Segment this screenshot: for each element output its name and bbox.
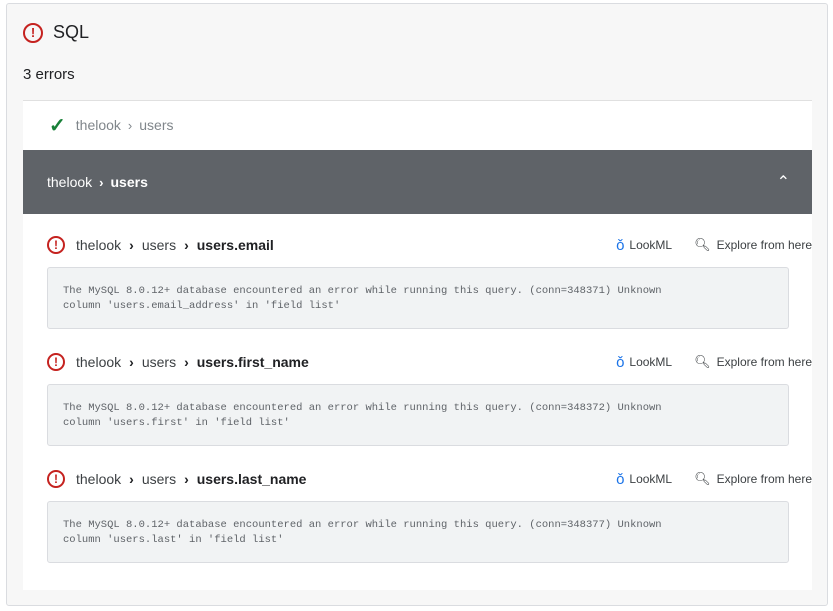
chevron-right-icon: › [129, 471, 134, 487]
chevron-up-icon[interactable]: ⌃ [777, 172, 790, 192]
error-model: thelook [76, 354, 122, 370]
error-circle-icon: ! [47, 470, 65, 488]
lookml-link[interactable]: ǒ LookML [616, 237, 672, 254]
error-path: thelook › users › users.email [76, 237, 594, 253]
error-path: thelook › users › users.first_name [76, 354, 594, 370]
panel-title: SQL [53, 22, 90, 42]
chevron-right-icon: › [184, 471, 189, 487]
group-explore: users [110, 174, 148, 190]
error-field: users.last_name [196, 471, 307, 487]
error-message: The MySQL 8.0.12+ database encountered a… [47, 384, 789, 446]
error-row: ! thelook › users › users.first_name ǒ L… [47, 347, 812, 377]
chevron-right-icon: › [99, 174, 104, 190]
search-icon: 🔍︎ [694, 237, 711, 252]
error-row: ! thelook › users › users.email ǒ LookML… [47, 230, 812, 260]
passed-model: thelook [75, 117, 121, 133]
lookml-link[interactable]: ǒ LookML [616, 354, 672, 371]
explore-from-here-link[interactable]: 🔍︎ Explore from here [694, 471, 812, 487]
lookml-label: LookML [629, 472, 673, 486]
explore-group-header[interactable]: thelook › users ⌃ [23, 150, 812, 214]
error-model: thelook [76, 471, 122, 487]
chevron-right-icon: › [129, 354, 134, 370]
error-field: users.first_name [196, 354, 309, 370]
error-item: ! thelook › users › users.first_name ǒ L… [47, 347, 812, 446]
explore-label: Explore from here [716, 355, 812, 369]
panel-header: ! SQL [23, 22, 89, 43]
error-model: thelook [76, 237, 122, 253]
error-message: The MySQL 8.0.12+ database encountered a… [47, 501, 789, 563]
check-icon: ✓ [49, 114, 66, 137]
explore-label: Explore from here [716, 472, 812, 486]
explore-from-here-link[interactable]: 🔍︎ Explore from here [694, 354, 812, 370]
error-field: users.email [196, 237, 274, 253]
chevron-right-icon: › [184, 354, 189, 370]
error-path: thelook › users › users.last_name [76, 471, 594, 487]
error-explore: users [141, 354, 177, 370]
chevron-right-icon: › [184, 237, 189, 253]
results-card: ✓ thelook › users thelook › users ⌃ ! th… [23, 100, 812, 590]
group-model: thelook [47, 174, 93, 190]
lookml-icon: ǒ [616, 470, 625, 488]
sql-validation-panel: ! SQL 3 errors ✓ thelook › users thelook… [6, 3, 828, 606]
error-circle-icon: ! [47, 236, 65, 254]
error-message: The MySQL 8.0.12+ database encountered a… [47, 267, 789, 329]
explore-from-here-link[interactable]: 🔍︎ Explore from here [694, 237, 812, 253]
lookml-label: LookML [629, 238, 673, 252]
lookml-icon: ǒ [616, 236, 625, 254]
search-icon: 🔍︎ [694, 471, 711, 486]
error-explore: users [141, 237, 177, 253]
chevron-right-icon: › [127, 117, 133, 133]
lookml-link[interactable]: ǒ LookML [616, 471, 672, 488]
passed-explore-row[interactable]: ✓ thelook › users [23, 101, 812, 149]
group-path: thelook › users [47, 174, 777, 190]
explore-label: Explore from here [716, 238, 812, 252]
lookml-icon: ǒ [616, 353, 625, 371]
error-count: 3 errors [23, 66, 75, 83]
error-circle-icon: ! [23, 22, 43, 43]
error-row: ! thelook › users › users.last_name ǒ Lo… [47, 464, 812, 494]
error-item: ! thelook › users › users.last_name ǒ Lo… [47, 464, 812, 563]
error-item: ! thelook › users › users.email ǒ LookML… [47, 230, 812, 329]
lookml-label: LookML [629, 355, 673, 369]
chevron-right-icon: › [129, 237, 134, 253]
error-explore: users [141, 471, 177, 487]
passed-explore: users [139, 117, 174, 133]
error-circle-icon: ! [47, 353, 65, 371]
search-icon: 🔍︎ [694, 354, 711, 369]
